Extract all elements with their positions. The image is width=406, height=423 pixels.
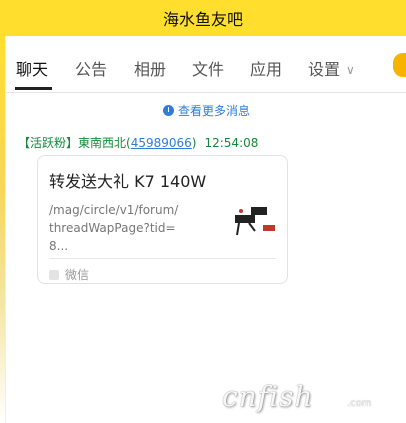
member-badge: 【活跃粉】 xyxy=(18,136,79,150)
message-header: 【活跃粉】東南西北(45989066) 12:54:08 xyxy=(18,134,258,151)
card-thumbnail xyxy=(227,201,277,241)
title-bar: 海水鱼友吧 xyxy=(0,0,406,36)
clock-icon xyxy=(162,105,174,116)
shared-link-card[interactable]: 转发送大礼 K7 140W /mag/circle/v1/forum/threa… xyxy=(37,155,288,284)
card-source-label: 微信 xyxy=(65,268,90,282)
uid-close: ) xyxy=(191,136,197,150)
window-title: 海水鱼友吧 xyxy=(162,10,243,29)
card-url: /mag/circle/v1/forum/threadWapPage?tid=8… xyxy=(49,203,179,253)
view-more-messages[interactable]: 查看更多消息 xyxy=(6,102,406,119)
view-more-label: 查看更多消息 xyxy=(177,104,250,118)
watermark-suffix: .com xyxy=(347,398,372,409)
sender-uid[interactable]: 45989066 xyxy=(131,136,192,150)
tab-files[interactable]: 文件 xyxy=(192,56,224,80)
phone-icon[interactable] xyxy=(393,53,406,77)
group-chat-panel: 聊天 公告 相册 文件 应用 设置 ∨ 查看更多消息 【活跃粉】東南西北(4598… xyxy=(5,36,406,423)
tab-announcement[interactable]: 公告 xyxy=(75,56,107,80)
tab-settings[interactable]: 设置 ∨ xyxy=(308,56,355,80)
tab-apps[interactable]: 应用 xyxy=(250,56,282,80)
sender-name[interactable]: 東南西北 xyxy=(78,136,126,150)
card-source: 微信 xyxy=(49,266,89,283)
tab-settings-label: 设置 xyxy=(308,60,341,79)
tab-album[interactable]: 相册 xyxy=(134,56,166,80)
card-divider xyxy=(49,258,276,259)
wechat-icon xyxy=(49,270,59,280)
chevron-down-icon: ∨ xyxy=(346,63,355,77)
active-tab-indicator xyxy=(15,87,52,90)
message-time: 12:54:08 xyxy=(204,136,259,150)
card-title: 转发送大礼 K7 140W xyxy=(49,172,207,191)
tab-bar: 聊天 公告 相册 文件 应用 设置 ∨ xyxy=(6,36,406,93)
watermark-logo: cnfish xyxy=(222,380,314,413)
tab-chat[interactable]: 聊天 xyxy=(16,56,48,80)
